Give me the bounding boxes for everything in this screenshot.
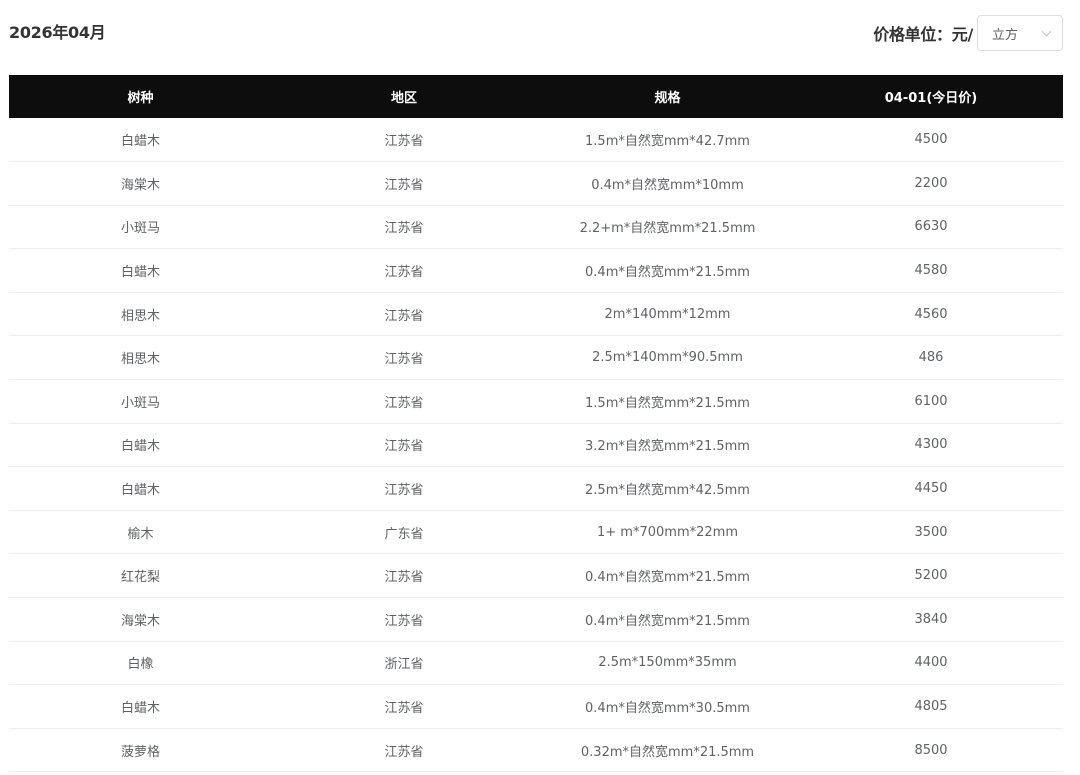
cell-species: 白蜡木 [120, 134, 160, 150]
cell-spec: 1.5m*自然宽mm*42.7mm [585, 134, 750, 150]
cell-species: 白蜡木 [120, 265, 160, 281]
cell-species: 红花梨 [120, 570, 160, 586]
cell-species: 相思木 [120, 352, 160, 368]
cell-region: 江苏省 [384, 352, 424, 368]
cell-species: 白蜡木 [120, 439, 160, 455]
cell-price: 4805 [914, 699, 948, 715]
cell-spec: 0.32m*自然宽mm*21.5mm [580, 744, 755, 760]
cell-region: 江苏省 [384, 221, 424, 237]
cell-price: 4560 [914, 306, 948, 322]
cell-price: 3500 [914, 524, 948, 540]
cell-price: 6630 [914, 219, 948, 235]
table-row[interactable]: 海棠木 江苏省 0.4m*自然宽mm*21.5mm 3840 [9, 598, 1063, 642]
table-row[interactable]: 小斑马 江苏省 2.2+m*自然宽mm*21.5mm 6630 [9, 205, 1063, 249]
cell-spec: 0.4m*自然宽mm*21.5mm [585, 613, 750, 629]
cell-species: 小斑马 [120, 395, 160, 411]
cell-spec: 2.5m*自然宽mm*42.5mm [585, 483, 750, 499]
table-row[interactable]: 白橡 浙江省 2.5m*150mm*35mm 4400 [9, 641, 1063, 685]
cell-price: 3840 [914, 611, 948, 627]
cell-spec: 0.4m*自然宽mm*21.5mm [585, 570, 750, 586]
column-header-region[interactable]: 地区 [272, 75, 536, 118]
cell-spec: 1+ m*700mm*22mm [597, 524, 738, 540]
table-row[interactable]: 白蜡木 江苏省 0.4m*自然宽mm*30.5mm 4805 [9, 685, 1063, 729]
cell-spec: 0.4m*自然宽mm*10mm [591, 177, 744, 193]
table-row[interactable]: 红花梨 江苏省 0.4m*自然宽mm*21.5mm 5200 [9, 554, 1063, 598]
chevron-down-icon [1041, 26, 1052, 36]
unit-select[interactable]: 立方 [977, 15, 1063, 51]
page-title: 2026年04月 [9, 23, 106, 42]
table-row[interactable]: 白蜡木 江苏省 0.4m*自然宽mm*21.5mm 4580 [9, 249, 1063, 293]
price-unit-label: 价格单位：元/ [873, 25, 973, 44]
cell-species: 海棠木 [120, 613, 160, 629]
table-row[interactable]: 白蜡木 江苏省 2.5m*自然宽mm*42.5mm 4450 [9, 467, 1063, 511]
column-header-price[interactable]: 04-01(今日价) [799, 75, 1063, 118]
unit-select-value: 立方 [992, 27, 1019, 43]
cell-price: 8500 [914, 742, 948, 758]
cell-price: 2200 [914, 175, 948, 191]
cell-price: 4450 [914, 481, 948, 497]
cell-region: 江苏省 [384, 744, 424, 760]
cell-species: 小斑马 [120, 221, 160, 237]
cell-price: 4580 [914, 263, 948, 279]
price-unit-area: 价格单位：元/ 立方 [873, 15, 1063, 51]
table-header-row: 树种 地区 规格 04-01(今日价) [9, 75, 1063, 118]
cell-species: 相思木 [120, 308, 160, 324]
cell-species: 海棠木 [120, 177, 160, 193]
cell-region: 江苏省 [384, 613, 424, 629]
table-row[interactable]: 白蜡木 江苏省 1.5m*自然宽mm*42.7mm 4500 [9, 118, 1063, 162]
cell-species: 榆木 [127, 526, 154, 542]
cell-species: 菠萝格 [120, 744, 160, 760]
cell-price: 6100 [914, 393, 948, 409]
table-row[interactable]: 小斑马 江苏省 1.5m*自然宽mm*21.5mm 6100 [9, 380, 1063, 424]
cell-region: 江苏省 [384, 134, 424, 150]
cell-spec: 0.4m*自然宽mm*30.5mm [585, 701, 750, 717]
cell-species: 白蜡木 [120, 483, 160, 499]
cell-species: 白蜡木 [120, 701, 160, 717]
cell-spec: 0.4m*自然宽mm*21.5mm [585, 265, 750, 281]
cell-spec: 2.5m*150mm*35mm [598, 655, 737, 671]
table-body: 白蜡木 江苏省 1.5m*自然宽mm*42.7mm 4500 海棠木 江苏省 0.4m*自然… [9, 118, 1063, 772]
column-header-spec[interactable]: 规格 [536, 75, 799, 118]
cell-region: 江苏省 [384, 439, 424, 455]
cell-price: 4300 [914, 437, 948, 453]
cell-price: 486 [918, 350, 944, 366]
table-row[interactable]: 菠萝格 江苏省 0.32m*自然宽mm*21.5mm 8500 [9, 728, 1063, 772]
cell-region: 江苏省 [384, 570, 424, 586]
cell-price: 4400 [914, 655, 948, 671]
cell-region: 江苏省 [384, 701, 424, 717]
cell-species: 白橡 [127, 657, 154, 673]
cell-spec: 2.2+m*自然宽mm*21.5mm [579, 221, 756, 237]
table-row[interactable]: 白蜡木 江苏省 3.2m*自然宽mm*21.5mm 4300 [9, 423, 1063, 467]
cell-region: 广东省 [384, 526, 424, 542]
table-row[interactable]: 相思木 江苏省 2.5m*140mm*90.5mm 486 [9, 336, 1063, 380]
cell-region: 江苏省 [384, 308, 424, 324]
table-row[interactable]: 海棠木 江苏省 0.4m*自然宽mm*10mm 2200 [9, 162, 1063, 206]
cell-price: 4500 [914, 132, 948, 148]
cell-spec: 1.5m*自然宽mm*21.5mm [585, 395, 750, 411]
table-header: 树种 地区 规格 04-01(今日价) [9, 75, 1063, 118]
cell-region: 江苏省 [384, 177, 424, 193]
cell-spec: 2.5m*140mm*90.5mm [592, 350, 743, 366]
table-row[interactable]: 相思木 江苏省 2m*140mm*12mm 4560 [9, 292, 1063, 336]
cell-region: 江苏省 [384, 265, 424, 281]
cell-region: 江苏省 [384, 395, 424, 411]
table-row[interactable]: 榆木 广东省 1+ m*700mm*22mm 3500 [9, 510, 1063, 554]
price-table: 树种 地区 规格 04-01(今日价) 白蜡木 江苏省 1.5m*自然宽mm*42.… [9, 75, 1063, 772]
cell-region: 江苏省 [384, 483, 424, 499]
cell-price: 5200 [914, 568, 948, 584]
cell-spec: 3.2m*自然宽mm*21.5mm [585, 439, 750, 455]
cell-region: 浙江省 [384, 657, 424, 673]
column-header-species[interactable]: 树种 [9, 75, 272, 118]
cell-spec: 2m*140mm*12mm [604, 306, 731, 322]
